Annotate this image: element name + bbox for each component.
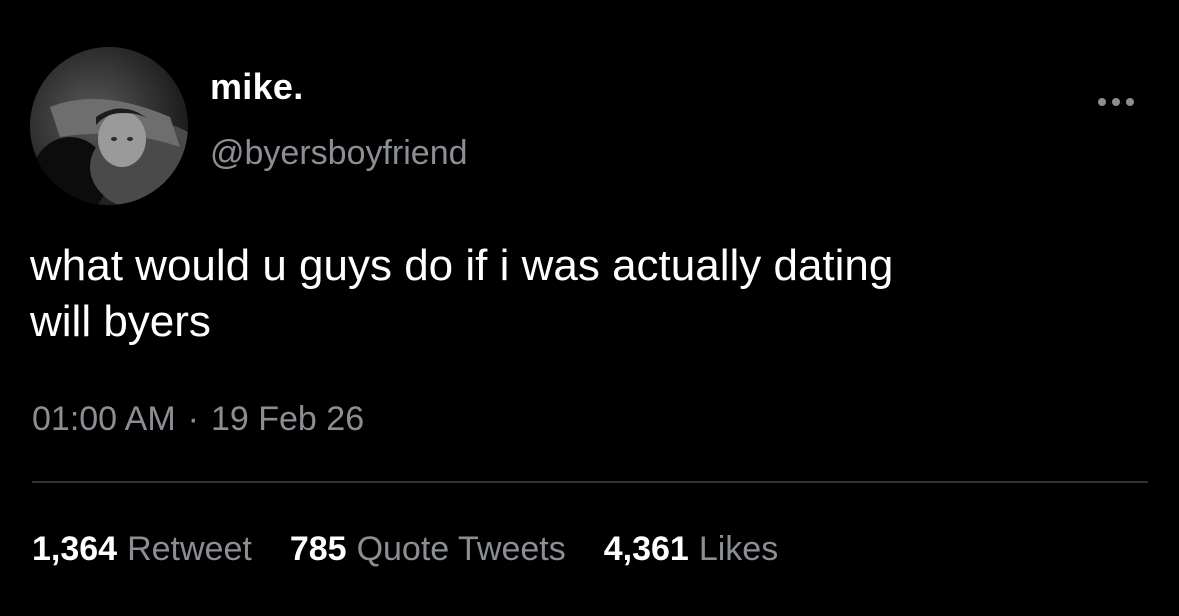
retweets-count: 1,364 xyxy=(32,530,118,568)
avatar[interactable] xyxy=(30,47,188,205)
author-display-name[interactable]: mike. xyxy=(210,66,304,108)
author-handle[interactable]: @byersboyfriend xyxy=(210,134,468,173)
more-dot-3 xyxy=(1126,98,1134,106)
quote-tweets-stat[interactable]: 785 Quote Tweets xyxy=(290,530,566,569)
likes-label: Likes xyxy=(698,530,779,568)
tweet-time: 01:00 AM xyxy=(32,400,176,438)
avatar-photo xyxy=(30,47,188,205)
quote-tweets-count: 785 xyxy=(289,530,347,568)
likes-stat[interactable]: 4,361 Likes xyxy=(604,530,778,569)
retweets-stat[interactable]: 1,364 Retweet xyxy=(32,530,252,569)
tweet-stats: 1,364 Retweet 785 Quote Tweets 4,361 Likes xyxy=(32,530,816,569)
tweet-text: what would u guys do if i was actually d… xyxy=(30,241,894,346)
tweet-date: 19 Feb 26 xyxy=(210,400,365,438)
tweet-timestamp[interactable]: 01:00 AM · 19 Feb 26 xyxy=(32,400,364,439)
divider xyxy=(32,481,1148,483)
more-dot-2 xyxy=(1112,98,1120,106)
meta-separator: · xyxy=(187,400,199,438)
more-dot-1 xyxy=(1098,98,1106,106)
quote-tweets-label: Quote Tweets xyxy=(356,530,566,568)
retweets-label: Retweet xyxy=(127,530,252,568)
more-options-icon[interactable] xyxy=(1088,90,1144,114)
tweet-card: mike. @byersboyfriend what would u guys … xyxy=(0,0,1179,616)
likes-count: 4,361 xyxy=(603,530,689,568)
